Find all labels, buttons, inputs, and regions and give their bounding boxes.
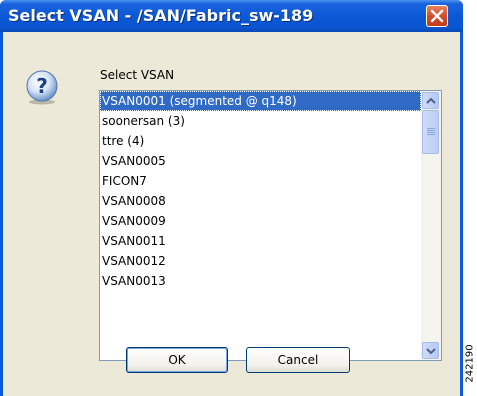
svg-text:?: ? <box>36 74 48 98</box>
list-item[interactable]: FICON7 <box>100 171 421 191</box>
list-item[interactable]: VSAN0001 (segmented @ q148) <box>100 91 421 111</box>
vertical-scrollbar[interactable] <box>421 91 441 360</box>
list-item[interactable]: ttre (4) <box>100 131 421 151</box>
list-item[interactable]: VSAN0013 <box>100 271 421 291</box>
figure-id-text: 242190 <box>464 344 476 383</box>
close-icon <box>430 9 444 23</box>
ok-button[interactable]: OK <box>126 347 228 373</box>
figure-id: 242190 <box>464 336 477 396</box>
question-icon: ? <box>26 70 58 105</box>
close-button[interactable] <box>426 5 448 27</box>
vsan-listbox[interactable]: VSAN0001 (segmented @ q148) soonersan (3… <box>99 90 442 361</box>
cancel-button[interactable]: Cancel <box>246 347 350 373</box>
list-item[interactable]: VSAN0008 <box>100 191 421 211</box>
scroll-down-button[interactable] <box>422 342 439 359</box>
list-item[interactable]: VSAN0011 <box>100 231 421 251</box>
vsan-list: VSAN0001 (segmented @ q148) soonersan (3… <box>100 91 421 291</box>
window-title: Select VSAN - /SAN/Fabric_sw-189 <box>8 6 314 25</box>
chevron-down-icon <box>426 348 436 355</box>
chevron-up-icon <box>426 97 436 104</box>
list-item[interactable]: VSAN0009 <box>100 211 421 231</box>
list-item[interactable]: VSAN0005 <box>100 151 421 171</box>
list-item[interactable]: VSAN0012 <box>100 251 421 271</box>
list-label: Select VSAN <box>100 68 175 82</box>
select-vsan-dialog: Select VSAN - /SAN/Fabric_sw-189 ? Selec… <box>0 0 463 396</box>
title-bar[interactable]: Select VSAN - /SAN/Fabric_sw-189 <box>0 0 463 32</box>
scroll-up-button[interactable] <box>422 92 439 109</box>
list-item[interactable]: soonersan (3) <box>100 111 421 131</box>
dialog-body: ? Select VSAN VSAN0001 (segmented @ q148… <box>3 32 460 396</box>
scroll-thumb[interactable] <box>422 110 439 154</box>
